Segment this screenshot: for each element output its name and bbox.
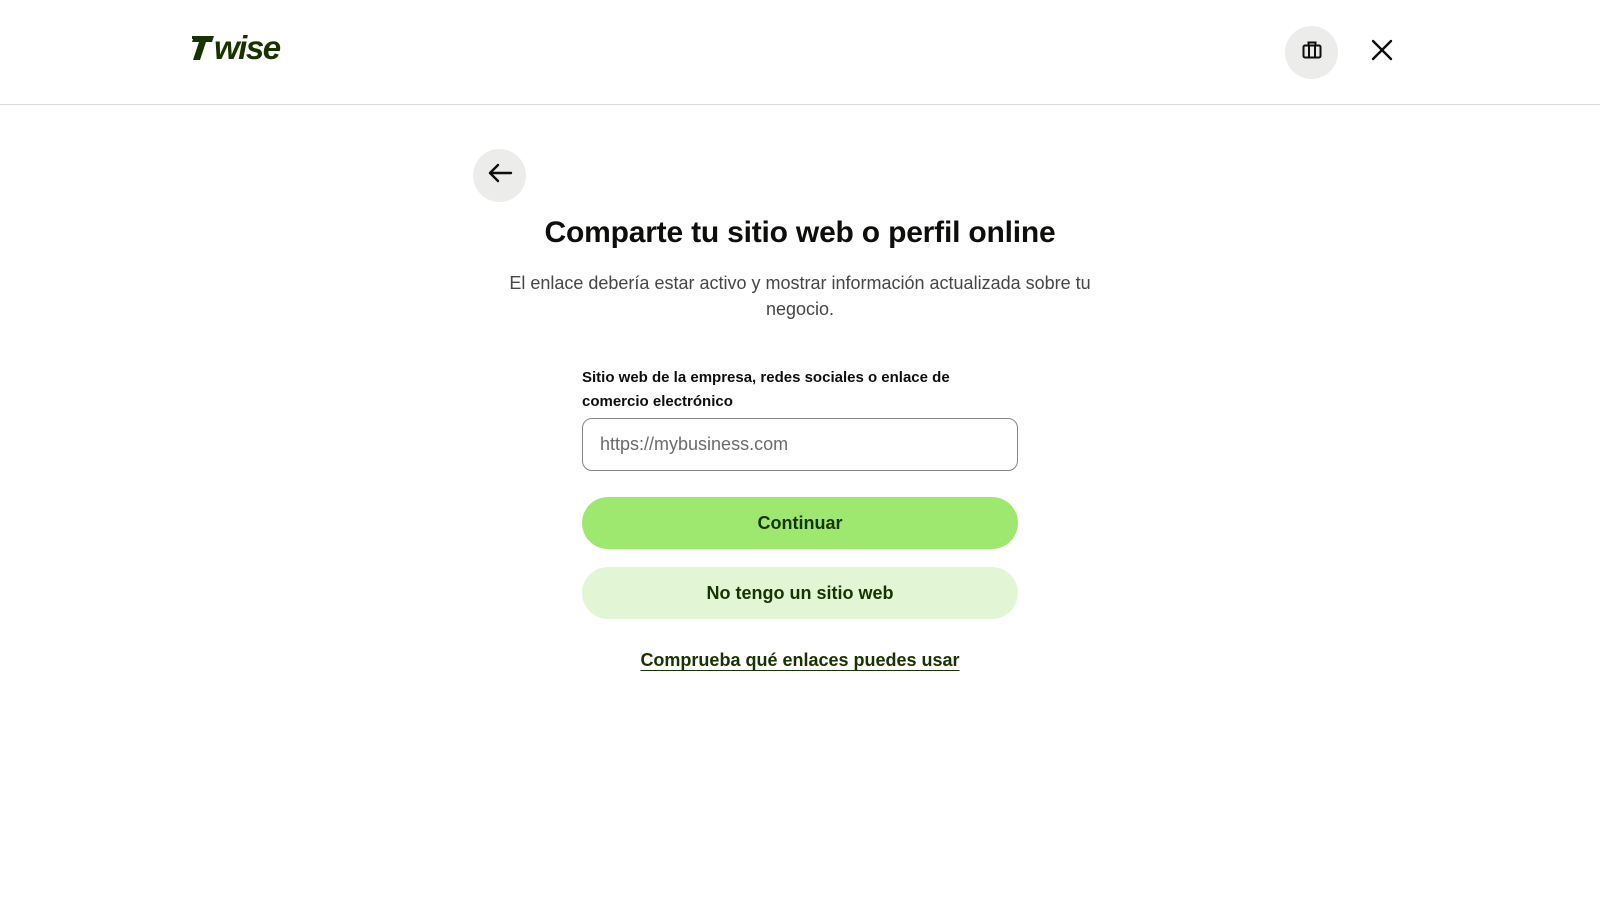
top-bar: wise	[0, 0, 1600, 105]
close-icon	[1370, 38, 1394, 67]
continue-button[interactable]: Continuar	[582, 497, 1018, 549]
close-button[interactable]	[1364, 34, 1400, 70]
svg-text:wise: wise	[214, 30, 281, 66]
help-link-container: Comprueba qué enlaces puedes usar	[500, 650, 1100, 671]
check-links-link[interactable]: Comprueba qué enlaces puedes usar	[640, 650, 959, 670]
website-url-input[interactable]	[582, 418, 1018, 471]
page-title: Comparte tu sitio web o perfil online	[544, 216, 1056, 249]
arrow-left-icon	[487, 162, 513, 189]
briefcase-icon	[1301, 39, 1323, 66]
wise-logo[interactable]: wise	[191, 29, 310, 66]
website-field-label: Sitio web de la empresa, redes sociales …	[582, 369, 950, 410]
no-website-button[interactable]: No tengo un sitio web	[582, 567, 1018, 619]
business-account-button[interactable]	[1285, 26, 1338, 79]
page-subtitle: El enlace debería estar activo y mostrar…	[509, 273, 1091, 319]
back-button[interactable]	[473, 149, 526, 202]
